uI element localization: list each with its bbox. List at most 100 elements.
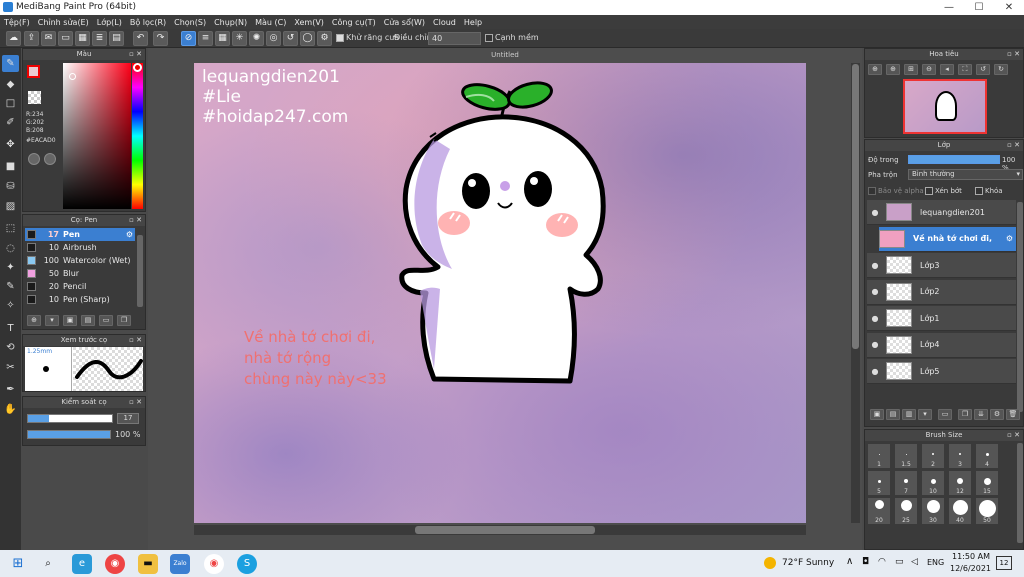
select-eraser-icon[interactable]: ✧	[2, 297, 19, 314]
comment-icon[interactable]: ✉	[41, 31, 56, 46]
zoom-out-icon[interactable]: ⊖	[922, 64, 936, 75]
brush-item[interactable]: 100 Watercolor (Wet)	[25, 254, 135, 267]
brush-size-cell[interactable]: 3	[949, 444, 971, 468]
layer-row[interactable]: Về nhà tớ chơi đi, ⚙	[879, 226, 1016, 252]
layer-visibility-icon[interactable]: ●	[870, 340, 880, 349]
cross-snap-icon[interactable]: ▦	[215, 31, 230, 46]
adjust-dropdown[interactable]: 40	[428, 32, 481, 45]
brush-list-scrollbar[interactable]	[137, 235, 143, 307]
lock-checkbox[interactable]	[975, 187, 983, 195]
brush-new-icon[interactable]: ▣	[63, 315, 77, 326]
layer-row[interactable]: ● Lớp1	[867, 306, 1016, 331]
layer-list-scrollbar[interactable]	[1017, 202, 1023, 412]
merge-layer-icon[interactable]: ⇊	[974, 409, 988, 420]
cloud-icon[interactable]: ☁	[6, 31, 21, 46]
clock-time[interactable]: 11:50 AM	[952, 552, 990, 561]
layer-settings-icon[interactable]: ⚙	[990, 409, 1004, 420]
fit-icon[interactable]: ⊞	[904, 64, 918, 75]
layer-visibility-icon[interactable]: ●	[870, 314, 880, 323]
brush-size-cell[interactable]: 1.5	[895, 444, 917, 468]
curve-snap-icon[interactable]: ↺	[283, 31, 298, 46]
volume-icon[interactable]: ◁	[911, 557, 918, 567]
wifi-icon[interactable]: ◠	[878, 557, 886, 567]
foreground-color-swatch[interactable]	[27, 65, 40, 78]
brush-size-cell[interactable]: 2	[922, 444, 944, 468]
layer-row[interactable]: ● Lớp4	[867, 332, 1016, 358]
layer-row[interactable]: ● Lớp2	[867, 279, 1016, 305]
fill-shape-icon[interactable]: ■	[2, 158, 19, 175]
flip-icon[interactable]: ◂	[940, 64, 954, 75]
antialias-checkbox[interactable]	[336, 34, 344, 42]
new-halftone-layer-icon[interactable]: ▤	[886, 409, 900, 420]
select-tool-icon[interactable]: ⬚	[2, 220, 19, 237]
layer-row[interactable]: ● Lớp3	[867, 253, 1016, 278]
brush-opacity-slider[interactable]	[27, 430, 111, 439]
notification-icon[interactable]: 12	[996, 556, 1012, 570]
brush-tool-icon[interactable]: ✎	[2, 55, 19, 72]
brush-size-value[interactable]: 17	[117, 413, 139, 424]
brush-add-icon[interactable]: ⊕	[27, 315, 41, 326]
duplicate-layer-icon[interactable]: ❐	[958, 409, 972, 420]
rect-tool-icon[interactable]: □	[2, 95, 19, 112]
gradient-tool-icon[interactable]: ▨	[2, 198, 19, 215]
layer-row[interactable]: ● lequangdien201	[867, 200, 1016, 225]
share-icon[interactable]: ⇪	[24, 31, 39, 46]
operation-tool-icon[interactable]: ⟲	[2, 339, 19, 356]
move-tool-icon[interactable]: ✥	[2, 136, 19, 153]
layer-settings-gear-icon[interactable]: ⚙	[1006, 234, 1013, 243]
delete-layer-icon[interactable]: 🗑	[1006, 409, 1020, 420]
brush-size-cell[interactable]: 5	[868, 471, 890, 495]
brush-item[interactable]: 10 Pen (Sharp)	[25, 293, 135, 306]
menu-help[interactable]: Help	[464, 18, 482, 27]
list-icon[interactable]: ≣	[92, 31, 107, 46]
brush-add-menu-icon[interactable]: ▾	[45, 315, 59, 326]
blend-dropdown[interactable]: Bình thường ▾	[908, 169, 1023, 180]
file-explorer-icon[interactable]: ▬	[138, 554, 158, 574]
menu-cloud[interactable]: Cloud	[433, 18, 456, 27]
fullscreen-icon[interactable]: ⛶	[958, 64, 972, 75]
magic-wand-icon[interactable]: ✦	[2, 259, 19, 276]
divide-tool-icon[interactable]: ✂	[2, 359, 19, 376]
bucket-tool-icon[interactable]: ⛁	[2, 178, 19, 195]
clock-date[interactable]: 12/6/2021	[950, 564, 991, 573]
brush-settings-icon[interactable]: ⚙	[126, 230, 133, 239]
menu-view[interactable]: Xem(V)	[294, 18, 324, 27]
drawing-canvas[interactable]: lequangdien201 #Lie #hoidap247.com Về nh…	[194, 63, 806, 523]
windows-start-icon[interactable]: ⊞	[8, 554, 28, 574]
minimize-button[interactable]: —	[934, 0, 964, 15]
dot-tool-icon[interactable]: ✐	[2, 114, 19, 131]
brush-size-cell[interactable]: 50	[976, 498, 998, 524]
radial-snap-icon[interactable]: ✳	[232, 31, 247, 46]
document-tab[interactable]: Untitled	[148, 50, 862, 61]
brush-size-cell[interactable]: 20	[868, 498, 890, 524]
zoom-in-alt-icon[interactable]: ⊕	[886, 64, 900, 75]
lasso-tool-icon[interactable]: ◌	[2, 240, 19, 257]
layer-folder-icon[interactable]: ▭	[938, 409, 952, 420]
menu-filter[interactable]: Bộ lọc(R)	[130, 18, 166, 27]
eraser-tool-icon[interactable]: ◆	[2, 76, 19, 93]
layer-visibility-icon[interactable]	[867, 234, 875, 242]
radial-line-icon[interactable]: ✺	[249, 31, 264, 46]
layer-opacity-slider[interactable]	[908, 155, 1000, 164]
menu-file[interactable]: Tệp(F)	[4, 18, 30, 27]
maximize-button[interactable]: ☐	[964, 0, 994, 15]
layer-visibility-icon[interactable]: ●	[870, 208, 880, 217]
add-layer-menu-icon[interactable]: ▾	[918, 409, 932, 420]
layout-icon[interactable]: ▤	[109, 31, 124, 46]
picker-cursor[interactable]	[69, 73, 76, 80]
brush-properties-icon[interactable]: ▤	[81, 315, 95, 326]
menu-window[interactable]: Cửa sổ(W)	[384, 18, 425, 27]
transparent-color-swatch[interactable]	[28, 91, 41, 104]
zalo-icon[interactable]: Zalo	[170, 554, 190, 574]
chrome-alt-icon[interactable]: ◉	[204, 554, 224, 574]
new-layer-icon[interactable]: ▣	[870, 409, 884, 420]
snap-off-icon[interactable]: ⊘	[181, 31, 196, 46]
menu-color[interactable]: Màu (C)	[255, 18, 286, 27]
protect-alpha-checkbox[interactable]	[868, 187, 876, 195]
brush-size-cell[interactable]: 30	[922, 498, 944, 524]
smooth-checkbox[interactable]	[485, 34, 493, 42]
menu-select[interactable]: Chọn(S)	[174, 18, 206, 27]
brush-size-cell[interactable]: 12	[949, 471, 971, 495]
brush-size-cell[interactable]: 1	[868, 444, 890, 468]
hand-tool-icon[interactable]: ✋	[2, 401, 19, 418]
